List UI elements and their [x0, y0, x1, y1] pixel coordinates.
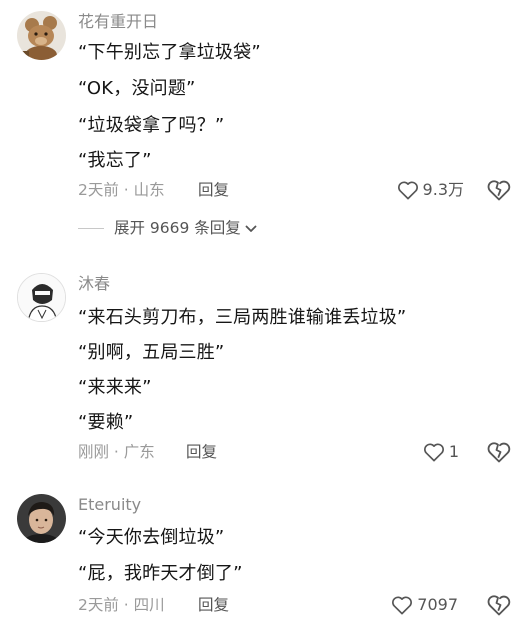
like-button[interactable]: 7097	[391, 595, 458, 615]
comment-line: “别啊，五局三胜”	[78, 342, 225, 363]
avatar[interactable]	[17, 11, 66, 60]
reply-button[interactable]: 回复	[198, 180, 229, 200]
dislike-button[interactable]	[487, 594, 511, 616]
comment-time-location: 刚刚 · 广东	[78, 443, 155, 461]
comment-line: “垃圾袋拿了吗？”	[78, 115, 225, 136]
avatar[interactable]	[17, 494, 66, 543]
comment-line: “要赖”	[78, 412, 134, 433]
comment-line: “今天你去倒垃圾”	[78, 527, 225, 548]
comment-time-location: 2天前 · 四川	[78, 596, 165, 614]
avatar[interactable]	[17, 273, 66, 322]
comment-line: “屁，我昨天才倒了”	[78, 563, 243, 584]
chevron-down-icon	[245, 218, 257, 238]
username[interactable]: Eteruity	[78, 495, 141, 515]
heart-outline-icon	[391, 595, 413, 615]
like-button[interactable]: 1	[423, 442, 459, 462]
dislike-button[interactable]	[487, 441, 511, 463]
heart-outline-icon	[423, 442, 445, 462]
comment-line: “来来来”	[78, 377, 152, 398]
username[interactable]: 沐春	[78, 274, 110, 294]
like-button[interactable]: 9.3万	[397, 180, 464, 200]
username[interactable]: 花有重开日	[78, 12, 158, 32]
comment-line: “来石头剪刀布，三局两胜谁输谁丢垃圾”	[78, 307, 407, 328]
like-count: 1	[448, 442, 459, 461]
divider	[78, 227, 104, 229]
comment-line: “下午别忘了拿垃圾袋”	[78, 42, 261, 63]
heart-outline-icon	[397, 180, 419, 200]
dislike-button[interactable]	[487, 179, 511, 201]
like-count: 9.3万	[422, 180, 464, 199]
broken-heart-icon	[487, 179, 511, 201]
broken-heart-icon	[487, 594, 511, 616]
broken-heart-icon	[487, 441, 511, 463]
comment-time-location: 2天前 · 山东	[78, 181, 165, 199]
reply-button[interactable]: 回复	[186, 442, 217, 462]
expand-replies-label: 展开 9669 条回复	[114, 219, 241, 237]
comment-line: “我忘了”	[78, 150, 152, 171]
comment-line: “OK，没问题”	[78, 78, 196, 99]
like-count: 7097	[417, 595, 458, 614]
reply-button[interactable]: 回复	[198, 595, 229, 615]
expand-replies-button[interactable]: 展开 9669 条回复	[78, 218, 257, 238]
